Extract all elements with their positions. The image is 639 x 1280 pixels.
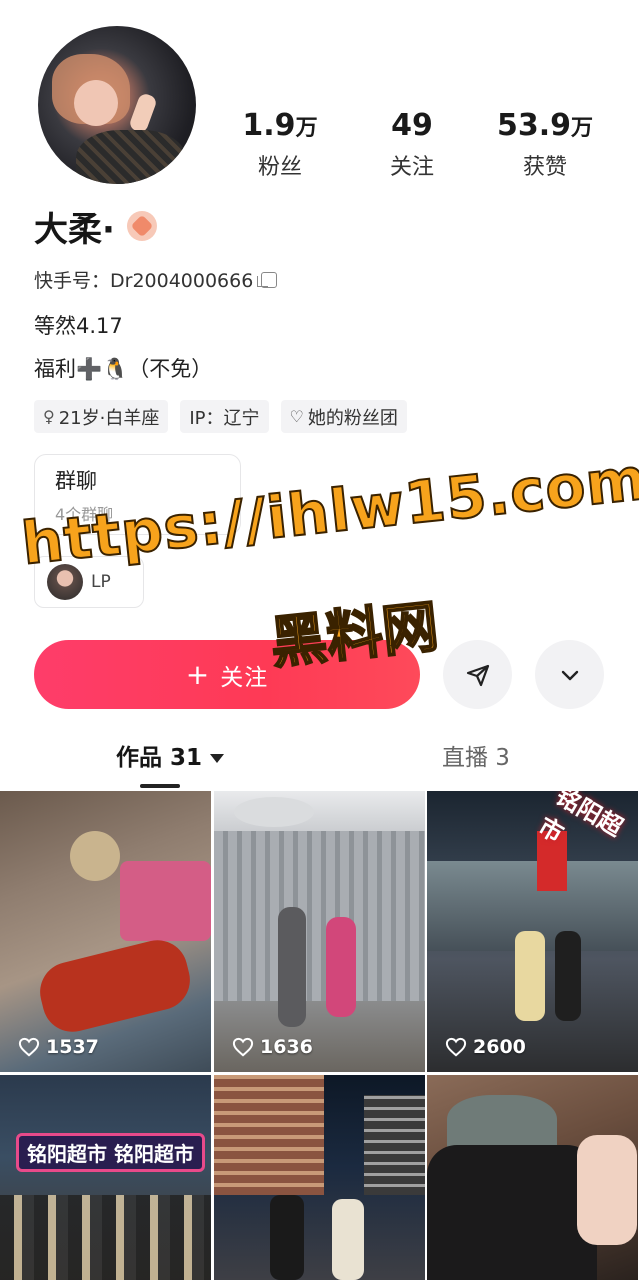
- like-count-value: 2600: [473, 1036, 526, 1058]
- thumb-shape: [70, 831, 120, 881]
- send-icon: [466, 664, 489, 686]
- more-button[interactable]: [535, 640, 604, 709]
- avatar[interactable]: [38, 26, 196, 184]
- tag-fan-club-text: 她的粉丝团: [307, 407, 398, 429]
- heart-outline-icon: ♡: [289, 407, 304, 426]
- tag-ip: IP：辽宁: [180, 400, 269, 433]
- tab-works-label: 作品 31: [116, 745, 203, 771]
- stat-likes[interactable]: 53.9万 获赞: [485, 108, 605, 181]
- avatar-face: [74, 80, 118, 126]
- thumb-shape: [515, 931, 545, 1021]
- stat-following[interactable]: 49 关注: [352, 108, 472, 181]
- avatar-hand: [128, 92, 158, 134]
- tag-age-text: 21岁·白羊座: [58, 407, 160, 429]
- plus-icon: +: [185, 658, 211, 691]
- like-count: 1636: [232, 1036, 313, 1058]
- stat-following-value: 49: [391, 108, 433, 143]
- tag-ip-text: IP：辽宁: [189, 407, 260, 429]
- thumb-sign-text: 铭阳超市 铭阳超市: [16, 1133, 205, 1172]
- tab-underline: [140, 784, 180, 788]
- content-tabs: 作品 31 直播 3: [0, 728, 639, 790]
- thumb-shape: [278, 907, 306, 1027]
- copy-icon[interactable]: [257, 271, 278, 288]
- thumb-shape: [577, 1135, 637, 1245]
- tag-fan-club[interactable]: ♡ 她的粉丝团: [280, 400, 407, 433]
- share-button[interactable]: [443, 640, 512, 709]
- tab-live-label: 直播 3: [442, 745, 510, 771]
- thumb-shape: [364, 1095, 425, 1195]
- bio-line-2: 福利➕🐧（不免）: [34, 357, 213, 381]
- heart-icon: [232, 1037, 254, 1057]
- chevron-down-icon: [561, 670, 578, 680]
- video-grid: 1537 1636 铭阳超市 2600 铭阳超市 铭阳超市: [0, 791, 639, 1280]
- profile-stats: 1.9万 粉丝 49 关注 53.9万 获赞: [220, 108, 620, 181]
- follow-button[interactable]: + 关注: [34, 640, 420, 709]
- like-count: 1537: [18, 1036, 99, 1058]
- heart-icon: [18, 1037, 40, 1057]
- stat-followers-value: 1.9万: [242, 108, 318, 143]
- thumb-shape: [0, 1195, 211, 1280]
- tab-works[interactable]: 作品 31: [116, 738, 225, 772]
- thumb-shape: [214, 831, 425, 1001]
- name-row: 大柔·: [34, 204, 157, 250]
- kuaishou-id-row: 快手号：Dr2004000666: [34, 266, 278, 293]
- female-icon: ♀: [43, 407, 55, 426]
- video-thumbnail[interactable]: [214, 1075, 425, 1280]
- thumb-shape: [270, 1195, 304, 1280]
- related-user-avatar: [47, 564, 83, 600]
- kuaishou-id: 快手号：Dr2004000666: [34, 270, 254, 292]
- level-badge-icon[interactable]: [126, 211, 157, 241]
- caret-down-icon: [210, 754, 225, 763]
- thumb-shape: [555, 931, 581, 1021]
- video-thumbnail[interactable]: 铭阳超市 铭阳超市: [0, 1075, 211, 1280]
- thumb-shape: [326, 917, 356, 1017]
- video-thumbnail[interactable]: 铭阳超市 2600: [427, 791, 638, 1072]
- profile-tags: ♀ 21岁·白羊座 IP：辽宁 ♡ 她的粉丝团: [34, 400, 407, 433]
- related-user-text: LP: [91, 572, 111, 592]
- avatar-body: [76, 130, 186, 184]
- video-thumbnail[interactable]: 1636: [214, 791, 425, 1072]
- stat-likes-label: 获赞: [522, 155, 567, 180]
- bio-line-1: 等然4.17: [34, 314, 123, 338]
- stat-followers-label: 粉丝: [257, 155, 302, 180]
- group-chat-subtitle: 4个群聊: [55, 505, 114, 524]
- tab-live[interactable]: 直播 3: [442, 738, 510, 772]
- like-count-value: 1537: [46, 1036, 99, 1058]
- thumb-shape: [427, 1145, 597, 1280]
- video-thumbnail[interactable]: [427, 1075, 638, 1280]
- stat-following-label: 关注: [389, 155, 434, 180]
- profile-name: 大柔·: [34, 209, 115, 250]
- video-thumbnail[interactable]: 1537: [0, 791, 211, 1072]
- thumb-shape: [214, 1075, 324, 1195]
- tag-age: ♀ 21岁·白羊座: [34, 400, 169, 433]
- related-user-card[interactable]: LP: [34, 556, 144, 608]
- stat-likes-value: 53.9万: [496, 108, 594, 143]
- group-chat-title: 群聊: [55, 469, 97, 493]
- like-count-value: 1636: [260, 1036, 313, 1058]
- like-count: 2600: [445, 1036, 526, 1058]
- group-chat-card[interactable]: 群聊 4个群聊: [34, 454, 241, 535]
- thumb-shape: [332, 1199, 364, 1280]
- follow-button-label: 关注: [220, 664, 269, 691]
- thumb-shape: [234, 797, 314, 827]
- heart-icon: [445, 1037, 467, 1057]
- thumb-shape: [33, 933, 197, 1039]
- stat-followers[interactable]: 1.9万 粉丝: [220, 108, 340, 181]
- thumb-shape: [120, 861, 211, 941]
